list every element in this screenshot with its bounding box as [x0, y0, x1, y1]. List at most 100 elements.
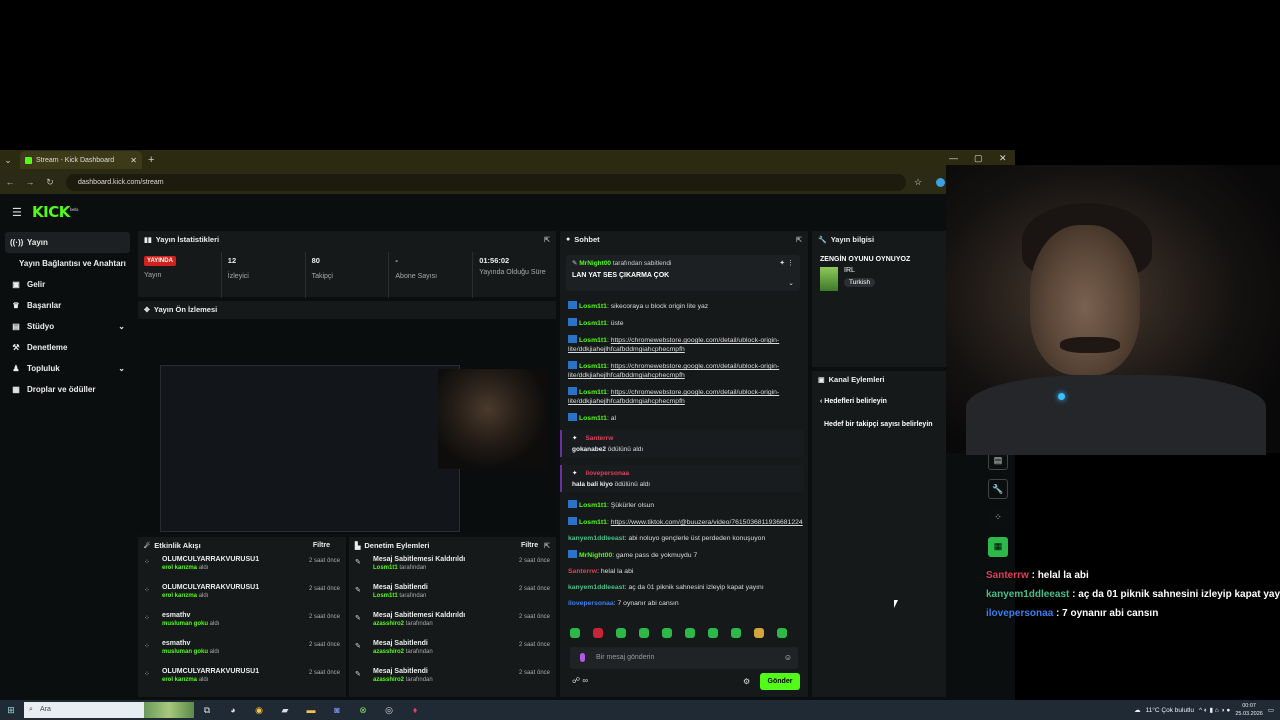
redeem-user[interactable]: Santerrw	[585, 435, 613, 442]
taskbar-search[interactable]: ⌕ Ara	[24, 702, 144, 718]
emote-icon[interactable]	[754, 628, 764, 638]
sidebar: ((·)) Yayın Yayın Bağlantısı ve Anahtarı …	[0, 232, 135, 400]
pinned-message[interactable]: ✎ MrNight00 tarafından sabitlendi LAN YA…	[566, 255, 800, 291]
chat-username[interactable]: kanyem1ddleeast	[568, 535, 625, 542]
extension-icon[interactable]	[936, 177, 946, 187]
chat-username[interactable]: Losm1t1	[579, 519, 607, 526]
popout-icon[interactable]: ⇱	[796, 236, 802, 244]
list-item[interactable]: ⁘ OLUMCULYARRAKVURUSU1 erol karızma aldı 2 …	[138, 556, 346, 584]
chat-username[interactable]: kanyem1ddleeast	[568, 584, 625, 591]
webcam-moustache	[1060, 337, 1120, 353]
emote-icon[interactable]	[777, 628, 787, 638]
back-to-goals[interactable]: ‹ Hedefleri belirleyin	[812, 388, 946, 405]
sidebar-item-topluluk[interactable]: ♟ Topluluk ⌄	[0, 358, 135, 379]
list-item[interactable]: ⁘ esmathv musluman goku aldı 2 saat önce	[138, 640, 346, 668]
notification-icon[interactable]: ▭	[1268, 706, 1274, 714]
list-item[interactable]: ⁘ esmathv musluman goku aldı 2 saat önce	[138, 612, 346, 640]
emote-icon[interactable]	[593, 628, 603, 638]
set-follower-goal[interactable]: Hedef bir takipçi sayısı belirleyin	[812, 405, 946, 428]
chat-username[interactable]: Losm1t1	[579, 389, 607, 396]
folder-icon[interactable]: ▬	[298, 705, 324, 715]
kick-logo[interactable]: KICKbeta	[32, 203, 79, 221]
chat-username[interactable]: Losm1t1	[579, 303, 607, 310]
list-item[interactable]: ⁘ OLUMCULYARRAKVURUSU1 erol karızma aldı 2 …	[138, 584, 346, 612]
chat-link[interactable]: https://www.tiktok.com/@buuzera/video/76…	[611, 519, 803, 526]
sidebar-item-studyo[interactable]: ▤ Stüdyo ⌄	[0, 316, 135, 337]
copilot-icon[interactable]: ◕	[220, 705, 246, 715]
close-tab-icon[interactable]: ✕	[130, 156, 137, 165]
reward-name: gokanabe2	[572, 446, 606, 453]
task-view-icon[interactable]: ⧉	[194, 705, 220, 716]
chat-username[interactable]: MrNight00	[579, 552, 612, 559]
popout-icon[interactable]: ⇱	[544, 542, 550, 550]
chevron-down-icon[interactable]: ⌄	[788, 279, 794, 287]
emote-icon[interactable]	[570, 628, 580, 638]
tool-kick-icon[interactable]: ▦	[988, 537, 1008, 557]
emote-icon[interactable]	[685, 628, 695, 638]
chat-username[interactable]: Santerrw	[568, 568, 597, 575]
mic-icon	[580, 653, 585, 662]
category-name[interactable]: IRL	[844, 267, 875, 274]
pin-actions-icon[interactable]: ✦ ⋮	[779, 259, 794, 267]
category-thumbnail[interactable]	[820, 267, 838, 291]
new-tab-button[interactable]: +	[148, 154, 154, 166]
forward-button[interactable]: →	[20, 177, 40, 187]
close-window-button[interactable]: ✕	[999, 153, 1007, 164]
discord-icon[interactable]: ◙	[324, 705, 350, 715]
list-item[interactable]: ✎ Mesaj Sabitlendi azasshiro2 tarafından 2 …	[349, 640, 556, 668]
chat-username[interactable]: Losm1t1	[579, 320, 607, 327]
tab-active[interactable]: Stream - Kick Dashboard ✕	[20, 151, 142, 169]
chrome-icon[interactable]: ◉	[246, 705, 272, 716]
app-icon[interactable]: ▰	[272, 705, 298, 716]
minimize-button[interactable]: —	[949, 153, 958, 163]
sidebar-item-droplar[interactable]: ▦ Droplar ve ödüller	[0, 379, 135, 400]
chat-users-icon[interactable]: ☍ ∞	[572, 676, 588, 685]
sidebar-item-denetleme[interactable]: ⚒ Denetleme	[0, 337, 135, 358]
tray-icons[interactable]: ^ ◐ ▮ ⌂ ◑ ●	[1199, 706, 1230, 714]
list-item[interactable]: ✎ Mesaj Sabitlendi Losm1t1 tarafından 2 saa…	[349, 584, 556, 612]
tab-list-button[interactable]: ⌄	[0, 152, 16, 168]
redeem-user[interactable]: ilovepersonaa	[585, 470, 629, 477]
xbox-icon[interactable]: ⊗	[350, 705, 376, 716]
emote-icon[interactable]	[731, 628, 741, 638]
chat-input[interactable]: Bir mesaj gönderin ☺	[570, 647, 798, 669]
list-item[interactable]: ✎ Mesaj Sabitlemesi Kaldırıldı Losm1t1 tar…	[349, 556, 556, 584]
sidebar-item-basarilar[interactable]: ♛ Başarılar	[0, 295, 135, 316]
chat-username[interactable]: ilovepersonaa	[568, 600, 614, 607]
emote-icon[interactable]	[639, 628, 649, 638]
maximize-button[interactable]: ▢	[974, 153, 983, 164]
emote-icon[interactable]	[662, 628, 672, 638]
filter-button[interactable]: Filtre	[313, 542, 330, 549]
emoji-icon[interactable]: ☺	[784, 647, 792, 669]
list-item[interactable]: ⁘ OLUMCULYARRAKVURUSU1 erol karızma aldı 2 …	[138, 668, 346, 696]
back-button[interactable]: ←	[0, 177, 20, 187]
tool-users-icon[interactable]: ⁘	[988, 508, 1008, 528]
chat-username[interactable]: Losm1t1	[579, 415, 607, 422]
weather-text[interactable]: 11°C Çok bulutlu	[1146, 707, 1194, 714]
sidebar-item-gelir[interactable]: ▣ Gelir	[0, 274, 135, 295]
chat-username[interactable]: Losm1t1	[579, 337, 607, 344]
actions-icon: ▣	[818, 376, 825, 384]
url-input[interactable]: dashboard.kick.com/stream	[66, 173, 906, 191]
obs-icon[interactable]: ◎	[376, 705, 402, 716]
sidebar-item-yayin[interactable]: ((·)) Yayın	[5, 232, 130, 253]
popout-icon[interactable]: ⇱	[544, 236, 550, 244]
emote-icon[interactable]	[708, 628, 718, 638]
clock[interactable]: 00:07 25.03.2026	[1235, 702, 1263, 718]
chat-username[interactable]: Losm1t1	[579, 363, 607, 370]
list-item[interactable]: ✎ Mesaj Sabitlendi azasshiro2 tarafından 2 …	[349, 668, 556, 696]
bookmark-star-icon[interactable]: ☆	[914, 177, 922, 188]
sidebar-item-stream-key[interactable]: Yayın Bağlantısı ve Anahtarı	[0, 253, 135, 274]
hamburger-menu-icon[interactable]: ☰	[12, 206, 22, 219]
list-item[interactable]: ✎ Mesaj Sabitlemesi Kaldırıldı azasshiro2 …	[349, 612, 556, 640]
gear-icon[interactable]: ⚙	[743, 677, 750, 686]
windows-start-icon[interactable]: ⊞	[0, 705, 22, 716]
reload-button[interactable]: ↻	[40, 177, 60, 188]
stream-preview-video[interactable]	[138, 319, 556, 533]
app2-icon[interactable]: ♦	[402, 705, 428, 715]
filter-button[interactable]: Filtre	[521, 542, 538, 549]
send-button[interactable]: Gönder	[760, 673, 800, 690]
tool-wrench-icon[interactable]: 🔧	[988, 479, 1008, 499]
chat-username[interactable]: Losm1t1	[579, 502, 607, 509]
emote-icon[interactable]	[616, 628, 626, 638]
